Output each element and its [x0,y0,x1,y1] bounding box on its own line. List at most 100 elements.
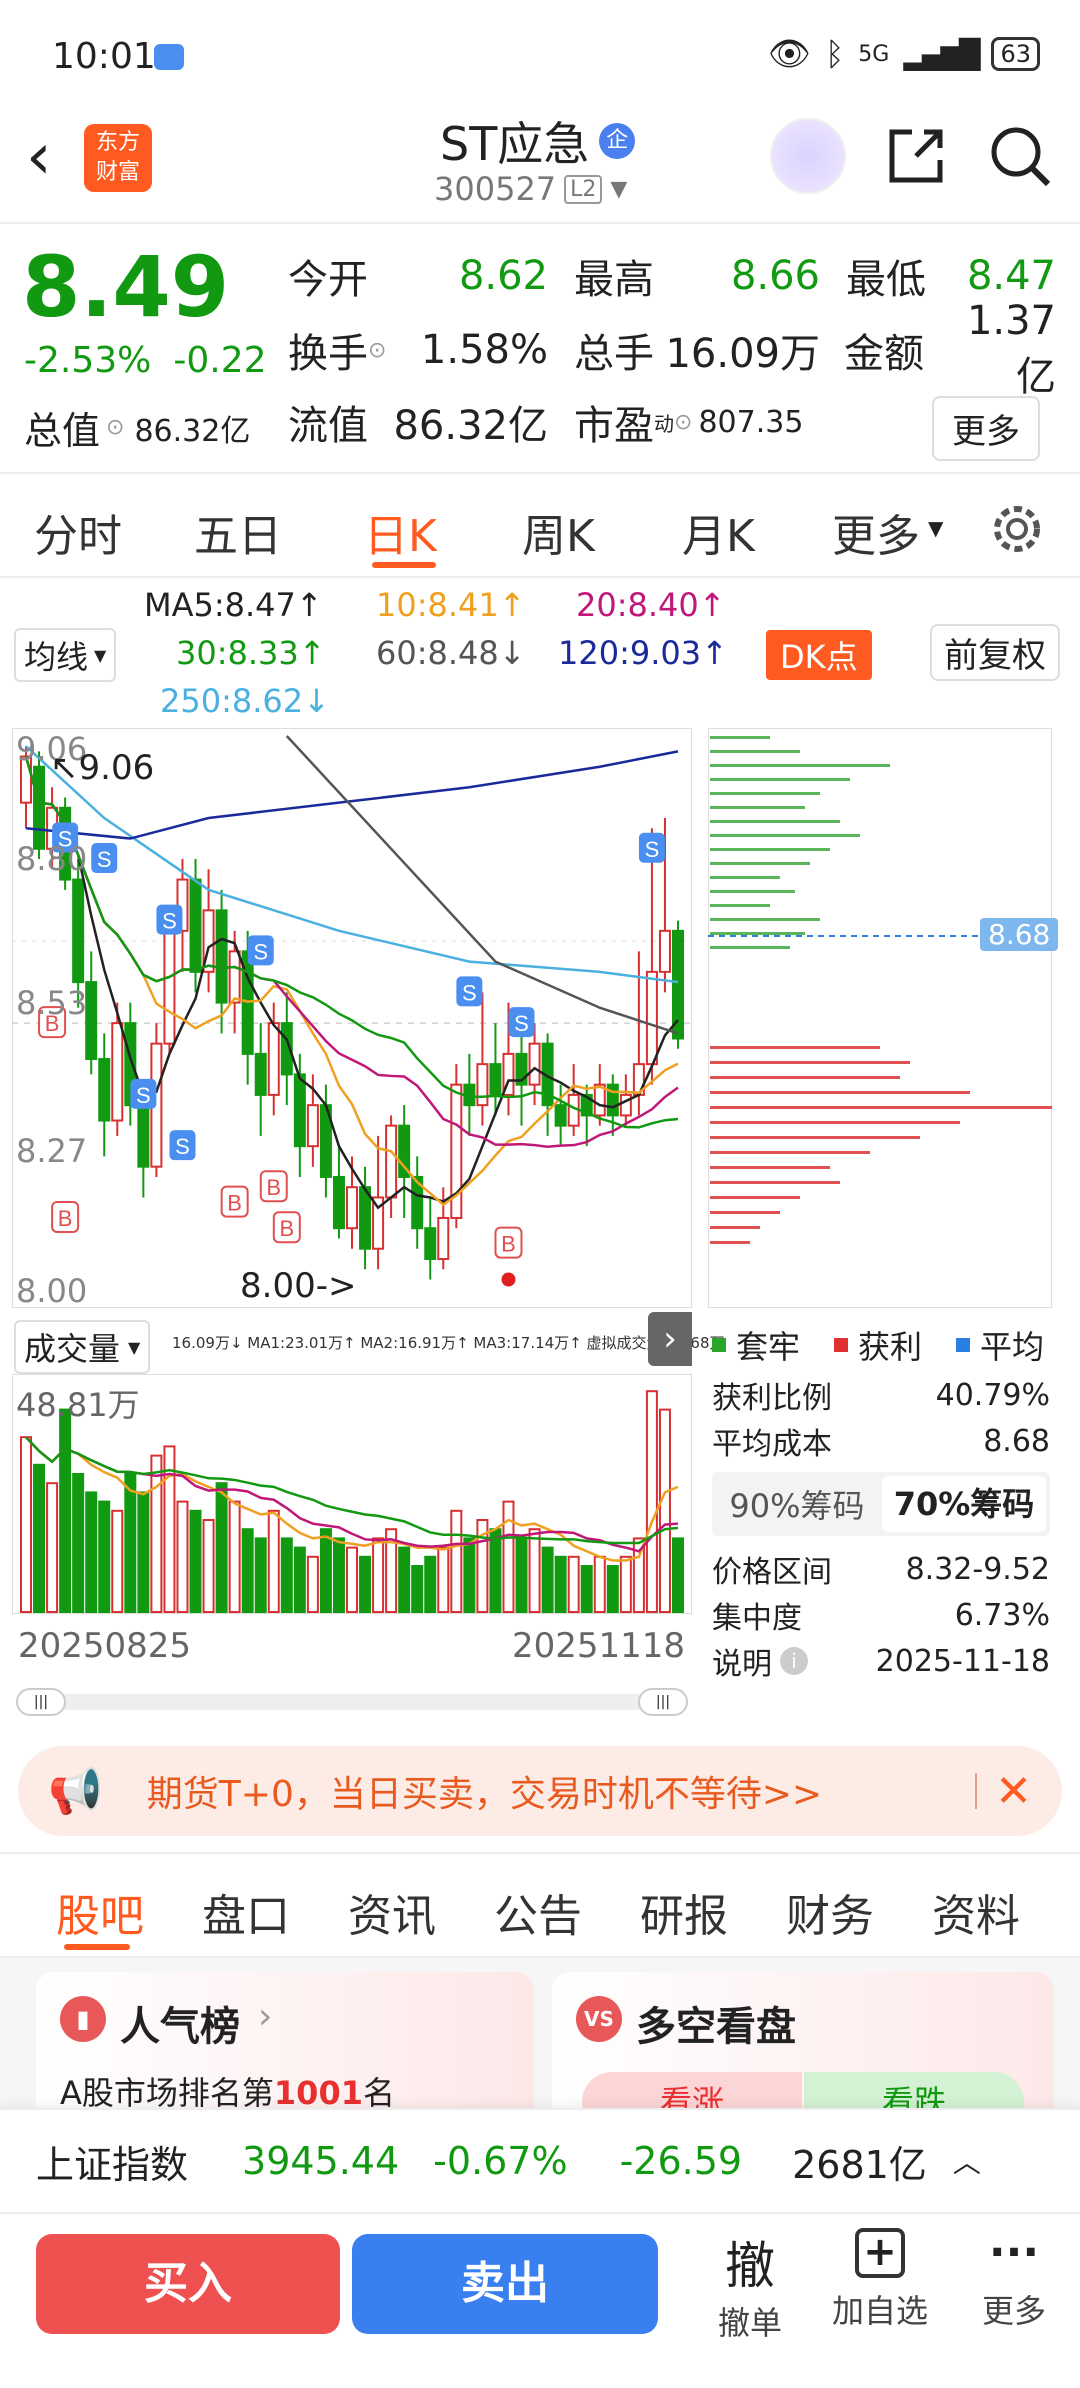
buy-marker-label: B [501,1232,516,1257]
volume-bar [528,1528,541,1613]
robot-assistant-icon[interactable] [770,118,846,194]
add-watchlist-button[interactable]: + 加自选 [820,2228,940,2332]
info-icon[interactable]: i [780,1647,808,1675]
sell-button[interactable]: 卖出 [352,2234,658,2334]
chip-bar-red [710,1061,910,1064]
tab-five-day[interactable]: 五日 [194,500,282,564]
dk-point-button[interactable]: DK点 [766,630,872,680]
tab-finance[interactable]: 财务 [786,1880,874,1944]
chip-bar-red [710,1046,880,1049]
tab-announcements[interactable]: 公告 [494,1880,582,1944]
volume-bar [202,1519,215,1613]
info-dots-icon[interactable]: ⊙ [368,338,408,363]
sell-marker-label: S [645,837,660,862]
ma250-value: 250:8.62↓ [160,682,330,720]
volume-bar [98,1500,111,1613]
tab-forum[interactable]: 股吧 [56,1880,144,1944]
divider [0,472,1080,474]
stock-code-row[interactable]: 300527 L2 ▼ [434,170,627,208]
tab-research[interactable]: 研报 [640,1880,728,1944]
volume-legend: 16.09万↓ MA1:23.01万↑ MA2:16.91万↑ MA3:17.1… [172,1334,725,1352]
profit-ratio-label: 获利比例 [712,1381,832,1416]
chip-bar-red [710,1196,800,1199]
eye-icon: 👁 [767,34,812,74]
more-button[interactable]: 更多 [932,396,1040,461]
chip-bar-green [710,862,810,865]
candle-body [163,929,176,1045]
y-axis-3: 8.53 [16,984,88,1022]
index-amount: 2681亿 [792,2142,927,2187]
candle-body [359,1186,372,1250]
index-bar[interactable]: 上证指数 3945.44 -0.67% -26.59 2681亿 ︿ [0,2108,1080,2212]
chevron-right-icon[interactable]: › [648,1312,692,1366]
ma10-value: 10:8.41↑ [376,586,526,624]
range-handle-left[interactable]: ||| [16,1688,66,1716]
search-icon[interactable] [988,124,1052,188]
tab-monthly-k[interactable]: 月K [682,500,755,564]
status-icons: 👁 ᛒ 5G ▂▄▆█ 63 [768,34,1040,74]
mcap-label: 总值 [24,409,101,453]
concentration-label: 集中度 [712,1601,802,1636]
info-dots-icon[interactable]: ⊙ [106,415,124,440]
candlestick-chart[interactable]: SSSSSSSSSBBBBBB [12,728,692,1308]
chevron-down-icon: ▼ [928,516,944,540]
indicator-selector[interactable]: 成交量 ▼ [14,1320,151,1374]
rank-value: 1001 [273,2074,363,2112]
sell-marker-label: S [462,980,477,1005]
chip-bar-red [710,1181,840,1184]
ma-line [24,756,679,1129]
ma-legend: MA5:8.47↑ 10:8.41↑ 20:8.40↑ 均线 ▼ 30:8.33↑… [0,580,1080,720]
volume-bar [228,1500,241,1613]
ad-banner[interactable]: 📢 期货T+0，当日买卖，交易时机不等待>> ✕ [18,1746,1062,1836]
ma-selector[interactable]: 均线 ▼ [14,628,117,682]
tab-news[interactable]: 资讯 [348,1880,436,1944]
volume-bar [372,1537,385,1613]
y-axis-4: 8.27 [16,1132,88,1170]
tab-daily-k[interactable]: 日K [364,500,437,564]
stock-title[interactable]: ST应急 企 [440,108,636,174]
tab-weekly-k[interactable]: 周K [522,500,595,564]
chip-70-button[interactable]: 70%筹码 [882,1476,1046,1532]
more-menu-button[interactable]: ··· 更多 [964,2228,1064,2332]
volume-bar [580,1565,593,1613]
index-pct: -0.67% [433,2139,568,2183]
signal-icon: 5G [858,41,890,67]
avg-cost-value: 8.68 [983,1423,1050,1459]
gear-icon[interactable] [990,502,1044,556]
close-icon[interactable]: ✕ [995,1766,1032,1817]
buy-marker-label: B [227,1191,242,1216]
low-annotation: 8.00-> [240,1266,357,1306]
sub-tabs: 股吧 盘口 资讯 公告 研报 财务 资料 [0,1856,1080,1956]
cancel-order-button[interactable]: 撤 撤单 [700,2226,800,2344]
range-handle-right[interactable]: ||| [638,1688,688,1716]
buy-marker-label: B [266,1175,281,1200]
candle-body [424,1227,437,1260]
note-label: 说明 [712,1647,772,1682]
legend-swatch-trap [712,1338,726,1352]
chevron-up-icon[interactable]: ︿ [953,2141,981,2181]
chip-bar-red [710,1076,900,1079]
enterprise-badge: 企 [599,123,636,159]
chip-stats: 获利比例 40.79% 平均成本 8.68 [712,1372,1050,1464]
ad-text: 期货T+0，当日买卖，交易时机不等待>> [146,1774,823,1815]
chip-bar-green [710,806,805,809]
tab-profile[interactable]: 资料 [932,1880,1020,1944]
buy-button[interactable]: 买入 [36,2234,340,2334]
volume-bar [672,1537,684,1613]
adjust-mode-button[interactable]: 前复权 [930,624,1060,681]
chip-90-button[interactable]: 90%筹码 [712,1481,882,1527]
tab-intraday[interactable]: 分时 [34,500,122,564]
volume-bar [424,1555,437,1614]
candle-body [137,1104,150,1168]
info-dots-icon[interactable]: ⊙ [674,410,692,435]
legend-avg: 平均 [980,1328,1045,1366]
range-scrollbar[interactable] [16,1694,688,1710]
back-icon[interactable]: ‹ [26,120,52,194]
tab-more[interactable]: 更多 [832,500,920,564]
share-icon[interactable] [886,126,946,186]
high-label: 最高 [574,257,654,303]
tab-orderbook[interactable]: 盘口 [202,1880,290,1944]
bullbear-title: 多空看盘 [636,2004,796,2050]
avg-cost-label: 平均成本 [712,1427,832,1462]
candle-body [332,1175,345,1230]
